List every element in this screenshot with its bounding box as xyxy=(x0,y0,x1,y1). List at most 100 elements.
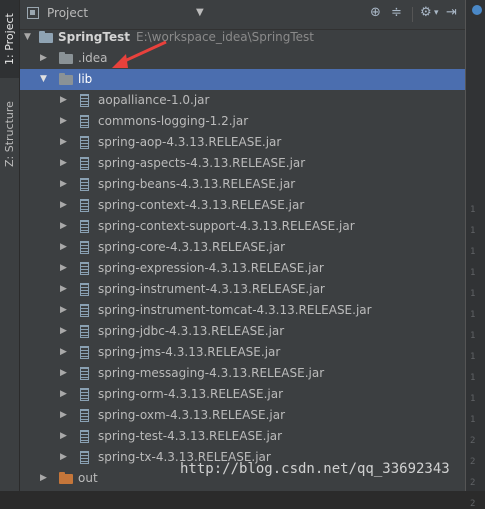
jar-archive-icon xyxy=(80,115,89,128)
jar-label: spring-beans-4.3.13.RELEASE.jar xyxy=(98,177,296,191)
tree-row-lib-selected[interactable]: ▼ lib xyxy=(20,69,465,90)
jar-label: spring-aop-4.3.13.RELEASE.jar xyxy=(98,135,282,149)
chevron-right-icon[interactable]: ▶ xyxy=(60,174,67,195)
header-divider xyxy=(412,7,413,22)
chevron-right-icon[interactable]: ▶ xyxy=(60,153,67,174)
chevron-right-icon[interactable]: ▶ xyxy=(60,363,67,384)
tree-row-root[interactable]: ▼ SpringTest E:\workspace_idea\SpringTest xyxy=(20,27,465,48)
jar-archive-icon xyxy=(80,325,89,338)
jar-row[interactable]: ▶ spring-aspects-4.3.13.RELEASE.jar xyxy=(20,153,465,174)
line-number: 1 xyxy=(470,247,476,257)
jar-archive-icon xyxy=(80,199,89,212)
jar-row[interactable]: ▶ spring-jdbc-4.3.13.RELEASE.jar xyxy=(20,321,465,342)
jar-row[interactable]: ▶ commons-logging-1.2.jar xyxy=(20,111,465,132)
jar-row[interactable]: ▶ aopalliance-1.0.jar xyxy=(20,90,465,111)
jar-label: commons-logging-1.2.jar xyxy=(98,114,249,128)
jar-archive-icon xyxy=(80,388,89,401)
jar-label: spring-orm-4.3.13.RELEASE.jar xyxy=(98,387,284,401)
project-tool-tab[interactable]: 1: Project xyxy=(0,0,19,78)
root-module-name: SpringTest xyxy=(58,30,131,44)
chevron-right-icon[interactable]: ▶ xyxy=(60,195,67,216)
jar-archive-icon xyxy=(80,241,89,254)
jar-label: spring-instrument-tomcat-4.3.13.RELEASE.… xyxy=(98,303,372,317)
chevron-right-icon[interactable]: ▶ xyxy=(60,279,67,300)
jar-row[interactable]: ▶ spring-orm-4.3.13.RELEASE.jar xyxy=(20,384,465,405)
chevron-right-icon[interactable]: ▶ xyxy=(60,111,67,132)
jar-archive-icon xyxy=(80,409,89,422)
chevron-right-icon[interactable]: ▶ xyxy=(60,321,67,342)
folder-icon xyxy=(59,73,73,85)
chevron-right-icon[interactable]: ▶ xyxy=(60,405,67,426)
line-number: 1 xyxy=(470,205,476,215)
jar-archive-icon xyxy=(80,157,89,170)
chevron-right-icon[interactable]: ▶ xyxy=(60,132,67,153)
jar-label: spring-core-4.3.13.RELEASE.jar xyxy=(98,240,286,254)
jar-label: spring-messaging-4.3.13.RELEASE.jar xyxy=(98,366,325,380)
chevron-right-icon[interactable]: ▶ xyxy=(40,468,47,489)
chevron-down-icon[interactable]: ▼ xyxy=(40,69,47,90)
chevron-right-icon[interactable]: ▶ xyxy=(60,90,67,111)
jar-label: spring-expression-4.3.13.RELEASE.jar xyxy=(98,261,324,275)
jar-label: spring-instrument-4.3.13.RELEASE.jar xyxy=(98,282,325,296)
jar-archive-icon xyxy=(80,304,89,317)
jar-archive-icon xyxy=(80,178,89,191)
jar-archive-icon xyxy=(80,346,89,359)
jar-archive-icon xyxy=(80,220,89,233)
jar-label: spring-oxm-4.3.13.RELEASE.jar xyxy=(98,408,286,422)
module-folder-icon xyxy=(39,31,53,43)
line-number: 2 xyxy=(470,457,476,467)
chevron-right-icon[interactable]: ▶ xyxy=(40,48,47,69)
chevron-right-icon[interactable]: ▶ xyxy=(60,300,67,321)
chevron-right-icon[interactable]: ▶ xyxy=(60,237,67,258)
structure-tool-tab[interactable]: Z: Structure xyxy=(0,92,19,176)
project-tab-label: 1: Project xyxy=(3,13,16,65)
lib-folder-label: lib xyxy=(78,72,93,86)
project-panel-header: Project ▼ ⊕ ≑ ⚙ ▾ ⇥ xyxy=(20,0,465,30)
jar-row[interactable]: ▶ spring-aop-4.3.13.RELEASE.jar xyxy=(20,132,465,153)
line-number: 1 xyxy=(470,352,476,362)
chevron-down-icon[interactable]: ▼ xyxy=(24,27,31,48)
hide-panel-icon[interactable]: ⇥ xyxy=(446,5,457,20)
jar-label: spring-jdbc-4.3.13.RELEASE.jar xyxy=(98,324,285,338)
jar-row[interactable]: ▶ spring-context-support-4.3.13.RELEASE.j… xyxy=(20,216,465,237)
project-view-selector[interactable]: Project xyxy=(47,6,88,20)
jar-row[interactable]: ▶ spring-oxm-4.3.13.RELEASE.jar xyxy=(20,405,465,426)
chevron-right-icon[interactable]: ▶ xyxy=(60,258,67,279)
jar-archive-icon xyxy=(80,262,89,275)
jar-row[interactable]: ▶ spring-instrument-4.3.13.RELEASE.jar xyxy=(20,279,465,300)
jar-row[interactable]: ▶ spring-test-4.3.13.RELEASE.jar xyxy=(20,426,465,447)
jar-row[interactable]: ▶ spring-jms-4.3.13.RELEASE.jar xyxy=(20,342,465,363)
jar-row[interactable]: ▶ spring-core-4.3.13.RELEASE.jar xyxy=(20,237,465,258)
chevron-right-icon[interactable]: ▶ xyxy=(60,384,67,405)
line-number: 1 xyxy=(470,394,476,404)
chevron-right-icon[interactable]: ▶ xyxy=(60,426,67,447)
chevron-right-icon[interactable]: ▶ xyxy=(60,216,67,237)
line-number: 1 xyxy=(470,268,476,278)
jar-row[interactable]: ▶ spring-expression-4.3.13.RELEASE.jar xyxy=(20,258,465,279)
chevron-right-icon[interactable]: ▶ xyxy=(60,447,67,468)
settings-gear-icon[interactable]: ⚙ xyxy=(420,5,432,20)
watermark: http://blog.csdn.net/qq_33692343 xyxy=(180,461,450,477)
jar-archive-icon xyxy=(80,94,89,107)
chevron-right-icon[interactable]: ▶ xyxy=(60,342,67,363)
jar-row[interactable]: ▶ spring-messaging-4.3.13.RELEASE.jar xyxy=(20,363,465,384)
out-folder-label: out xyxy=(78,471,98,485)
collapse-all-icon[interactable]: ≑ xyxy=(391,5,402,20)
jar-label: spring-aspects-4.3.13.RELEASE.jar xyxy=(98,156,306,170)
jar-label: spring-test-4.3.13.RELEASE.jar xyxy=(98,429,283,443)
jar-row[interactable]: ▶ spring-context-4.3.13.RELEASE.jar xyxy=(20,195,465,216)
target-icon[interactable]: ⊕ xyxy=(370,5,381,20)
project-tool-window: Project ▼ ⊕ ≑ ⚙ ▾ ⇥ ▼ SpringTest E:\works… xyxy=(20,0,465,491)
line-number: 1 xyxy=(470,310,476,320)
browser-icon[interactable] xyxy=(472,5,482,15)
jar-label: spring-context-support-4.3.13.RELEASE.ja… xyxy=(98,219,355,233)
settings-dropdown-icon[interactable]: ▾ xyxy=(434,8,439,18)
tree-row-idea[interactable]: ▶ .idea xyxy=(20,48,465,69)
folder-icon xyxy=(59,52,73,64)
chevron-down-icon[interactable]: ▼ xyxy=(196,7,204,18)
jar-archive-icon xyxy=(80,367,89,380)
line-number: 2 xyxy=(470,499,476,509)
jar-row[interactable]: ▶ spring-beans-4.3.13.RELEASE.jar xyxy=(20,174,465,195)
line-number: 2 xyxy=(470,478,476,488)
jar-row[interactable]: ▶ spring-instrument-tomcat-4.3.13.RELEASE… xyxy=(20,300,465,321)
